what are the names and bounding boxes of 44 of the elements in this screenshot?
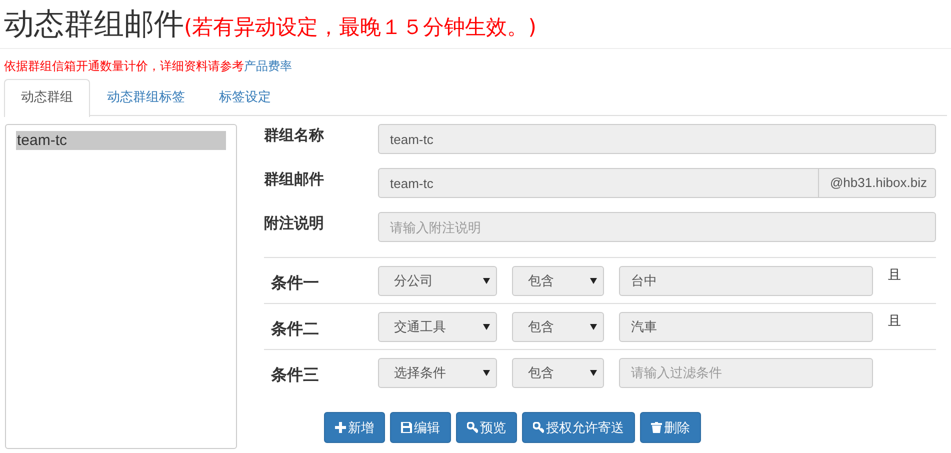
page-title: 动态群组邮件	[4, 7, 184, 42]
title-note: (若有异动设定，最晚１５分钟生效。)	[184, 15, 536, 39]
tab[interactable]: 动态群组标签	[90, 79, 202, 115]
joiner-label: 且	[887, 267, 902, 284]
dropdown[interactable]: 交通工具	[378, 312, 497, 342]
list-item[interactable]: team-tc	[16, 131, 226, 150]
input-field[interactable]: 请输入过滤条件	[619, 358, 873, 388]
action-button[interactable]: 编辑	[390, 412, 451, 443]
dropdown[interactable]: 包含	[512, 266, 604, 296]
action-button[interactable]: 预览	[456, 412, 517, 443]
trash-icon	[651, 422, 662, 433]
input-field[interactable]: team-tc	[378, 124, 936, 154]
condition-label: 条件二	[270, 318, 320, 340]
dropdown[interactable]: 分公司	[378, 266, 497, 296]
tab[interactable]: 标签设定	[202, 79, 288, 115]
field-label: 群组邮件	[264, 169, 325, 189]
input-field[interactable]: 台中	[619, 266, 873, 296]
plus-icon	[335, 422, 346, 433]
dropdown[interactable]: 包含	[512, 358, 604, 388]
action-button[interactable]: 删除	[640, 412, 701, 443]
caret-icon	[590, 370, 597, 376]
input-field[interactable]: team-tc	[378, 168, 819, 198]
notice-text: 依据群组信箱开通数量计价，详细资料请参考产品费率	[4, 58, 293, 75]
field-label: 群组名称	[264, 125, 325, 145]
dropdown[interactable]: 包含	[512, 312, 604, 342]
key-icon	[533, 422, 544, 433]
dropdown[interactable]: 选择条件	[378, 358, 497, 388]
pricing-link[interactable]: 产品费率	[244, 59, 292, 73]
tab[interactable]: 动态群组	[4, 79, 90, 117]
action-button[interactable]: 授权允许寄送	[522, 412, 635, 443]
input-field[interactable]: 请输入附注说明	[378, 212, 936, 242]
key-icon	[467, 422, 478, 433]
joiner-label: 且	[887, 313, 902, 330]
condition-label: 条件三	[270, 364, 320, 386]
caret-icon	[590, 324, 597, 330]
caret-icon	[483, 324, 490, 330]
action-button[interactable]: 新增	[324, 412, 385, 443]
email-domain: @hb31.hibox.biz	[818, 168, 936, 198]
caret-icon	[590, 278, 597, 284]
input-field[interactable]: 汽車	[619, 312, 873, 342]
condition-label: 条件一	[270, 272, 320, 294]
field-label: 附注说明	[264, 213, 325, 233]
caret-icon	[483, 278, 490, 284]
caret-icon	[483, 370, 490, 376]
